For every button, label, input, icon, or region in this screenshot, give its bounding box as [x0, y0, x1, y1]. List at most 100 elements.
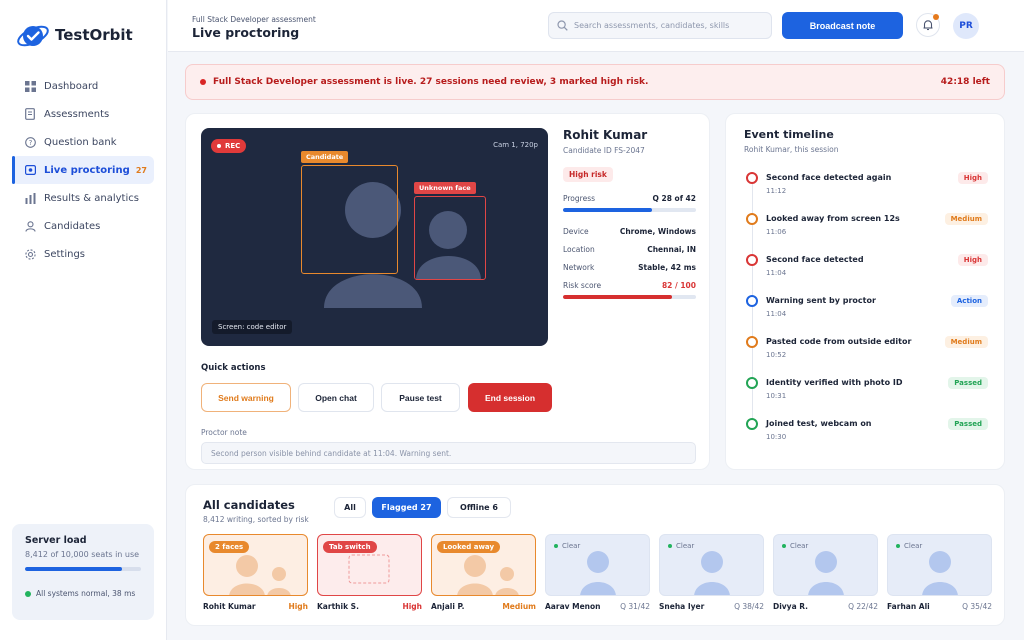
network-label: Network: [563, 263, 595, 272]
sidebar-nav: Dashboard Assessments ? Question bank Li…: [12, 72, 154, 268]
logo[interactable]: TestOrbit: [16, 22, 133, 48]
live-dot-icon: [200, 79, 206, 85]
live-alert-banner: Full Stack Developer assessment is live.…: [185, 64, 1005, 100]
send-warning-button[interactable]: Send warning: [201, 383, 291, 412]
sidebar-item-candidates[interactable]: Candidates: [12, 212, 154, 240]
progress-bar: [563, 208, 696, 212]
candidate-tile[interactable]: Clear: [545, 534, 650, 596]
sidebar-item-question-bank[interactable]: ? Question bank: [12, 128, 154, 156]
filter-all[interactable]: All: [334, 497, 366, 518]
filter-flagged[interactable]: Flagged 27: [372, 497, 441, 518]
timeline-event[interactable]: Identity verified with photo ID 10:31 Pass…: [746, 376, 988, 406]
sidebar-item-label: Question bank: [44, 136, 117, 148]
timeline-title: Event timeline: [744, 128, 834, 141]
server-load-fill: [25, 567, 123, 571]
location-value: Chennai, IN: [647, 245, 696, 254]
notification-dot: [933, 14, 939, 20]
candidate-flag-tag: Tab switch: [323, 541, 377, 553]
system-status-text: All systems normal, 38 ms: [36, 589, 136, 598]
event-time: 11:04: [766, 269, 787, 277]
sidebar-item-live-proctoring[interactable]: Live proctoring 27: [12, 156, 154, 184]
sidebar-item-label: Settings: [44, 248, 86, 260]
candidate-flag-tag: Clear: [554, 542, 580, 550]
timeline-event[interactable]: Pasted code from outside editor 10:52 Medi…: [746, 335, 988, 365]
event-severity-tag: Action: [950, 295, 988, 307]
candidate-risk-level: High: [402, 602, 422, 611]
timeline-event[interactable]: Looked away from screen 12s 11:06 Medium: [746, 212, 988, 242]
event-severity-tag: Medium: [944, 336, 988, 348]
bell-icon: [922, 16, 934, 35]
event-title: Warning sent by proctor: [766, 296, 876, 305]
search-input[interactable]: [574, 21, 764, 30]
event-title: Pasted code from outside editor: [766, 337, 912, 346]
candidate-tile[interactable]: Looked away: [431, 534, 536, 596]
timeline-event[interactable]: Second face detected 11:04 High: [746, 253, 988, 283]
user-icon: [24, 220, 36, 232]
risk-score-value: 82 / 100: [661, 281, 696, 290]
event-title: Looked away from screen 12s: [766, 214, 900, 223]
grid-icon: [24, 80, 36, 92]
user-avatar[interactable]: PR: [953, 13, 979, 39]
pause-test-button[interactable]: Pause test: [381, 383, 460, 412]
search-icon: [557, 16, 568, 35]
screen-share-label[interactable]: Screen: code editor: [212, 320, 293, 334]
clear-dot-icon: [896, 544, 900, 548]
sidebar-item-results[interactable]: Results & analytics: [12, 184, 154, 212]
candidate-tile[interactable]: Clear: [887, 534, 992, 596]
record-dot-icon: [217, 144, 221, 148]
sidebar-item-dashboard[interactable]: Dashboard: [12, 72, 154, 100]
proctor-note-field[interactable]: Second person visible behind candidate a…: [201, 442, 696, 464]
timeline-event[interactable]: Joined test, webcam on 10:30 Passed: [746, 417, 988, 447]
notifications-button[interactable]: [916, 13, 940, 37]
search-bar[interactable]: [548, 12, 772, 39]
candidate-tile-name: Farhan Ali: [887, 602, 930, 611]
sidebar: TestOrbit Dashboard Assessments ? Questi…: [0, 0, 167, 640]
candidate-tile[interactable]: Tab switch: [317, 534, 422, 596]
unknown-face-box: [414, 196, 486, 280]
open-chat-button[interactable]: Open chat: [298, 383, 374, 412]
candidate-flag-tag: Clear: [782, 542, 808, 550]
candidate-caption: Anjali P. Medium: [431, 602, 536, 611]
document-icon: [24, 108, 36, 120]
event-time: 11:04: [766, 310, 787, 318]
candidate-tile[interactable]: Clear: [773, 534, 878, 596]
candidate-tile[interactable]: 2 faces: [203, 534, 308, 596]
quick-actions-title: Quick actions: [201, 363, 266, 373]
event-time: 11:06: [766, 228, 787, 236]
candidate-id: Candidate ID FS-2047: [563, 146, 645, 155]
candidate-risk-level: Medium: [502, 602, 536, 611]
event-status-circle-icon: [746, 213, 758, 225]
status-dot-icon: [25, 590, 31, 597]
candidate-name: Rohit Kumar: [563, 128, 648, 142]
event-status-circle-icon: [746, 377, 758, 389]
camera-info: Cam 1, 720p: [493, 141, 538, 149]
candidate-caption: Rohit Kumar High: [203, 602, 308, 611]
breadcrumb[interactable]: Full Stack Developer assessment: [192, 15, 316, 24]
candidate-face-box: [301, 165, 398, 274]
live-count-badge: 27: [135, 165, 147, 175]
webcam-feed[interactable]: Candidate Unknown face REC Cam 1, 720p S…: [201, 128, 548, 346]
session-card: Candidate Unknown face REC Cam 1, 720p S…: [185, 113, 710, 470]
event-title: Second face detected: [766, 255, 864, 264]
network-value: Stable, 42 ms: [638, 263, 696, 272]
event-time: 11:12: [766, 187, 787, 195]
timeline-subtitle: Rohit Kumar, this session: [744, 145, 839, 154]
device-label: Device: [563, 227, 589, 236]
timeline-event[interactable]: Warning sent by proctor 11:04 Action: [746, 294, 988, 324]
risk-score-row: Risk score 82 / 100: [563, 281, 696, 290]
risk-score-label: Risk score: [563, 281, 602, 290]
server-load-title: Server load: [25, 535, 87, 546]
bar-chart-icon: [24, 192, 36, 204]
candidate-tile[interactable]: Clear: [659, 534, 764, 596]
event-status-circle-icon: [746, 336, 758, 348]
sidebar-item-settings[interactable]: Settings: [12, 240, 154, 268]
timeline-event[interactable]: Second face detected again 11:12 High: [746, 171, 988, 201]
progress-label: Progress: [563, 194, 596, 203]
sidebar-item-assessments[interactable]: Assessments: [12, 100, 154, 128]
broadcast-note-button[interactable]: Broadcast note: [782, 12, 903, 39]
filter-offline[interactable]: Offline 6: [447, 497, 511, 518]
sidebar-item-label: Live proctoring: [44, 164, 130, 176]
event-status-circle-icon: [746, 418, 758, 430]
candidate-question-progress: Q 22/42: [848, 602, 878, 611]
end-session-button[interactable]: End session: [468, 383, 552, 412]
